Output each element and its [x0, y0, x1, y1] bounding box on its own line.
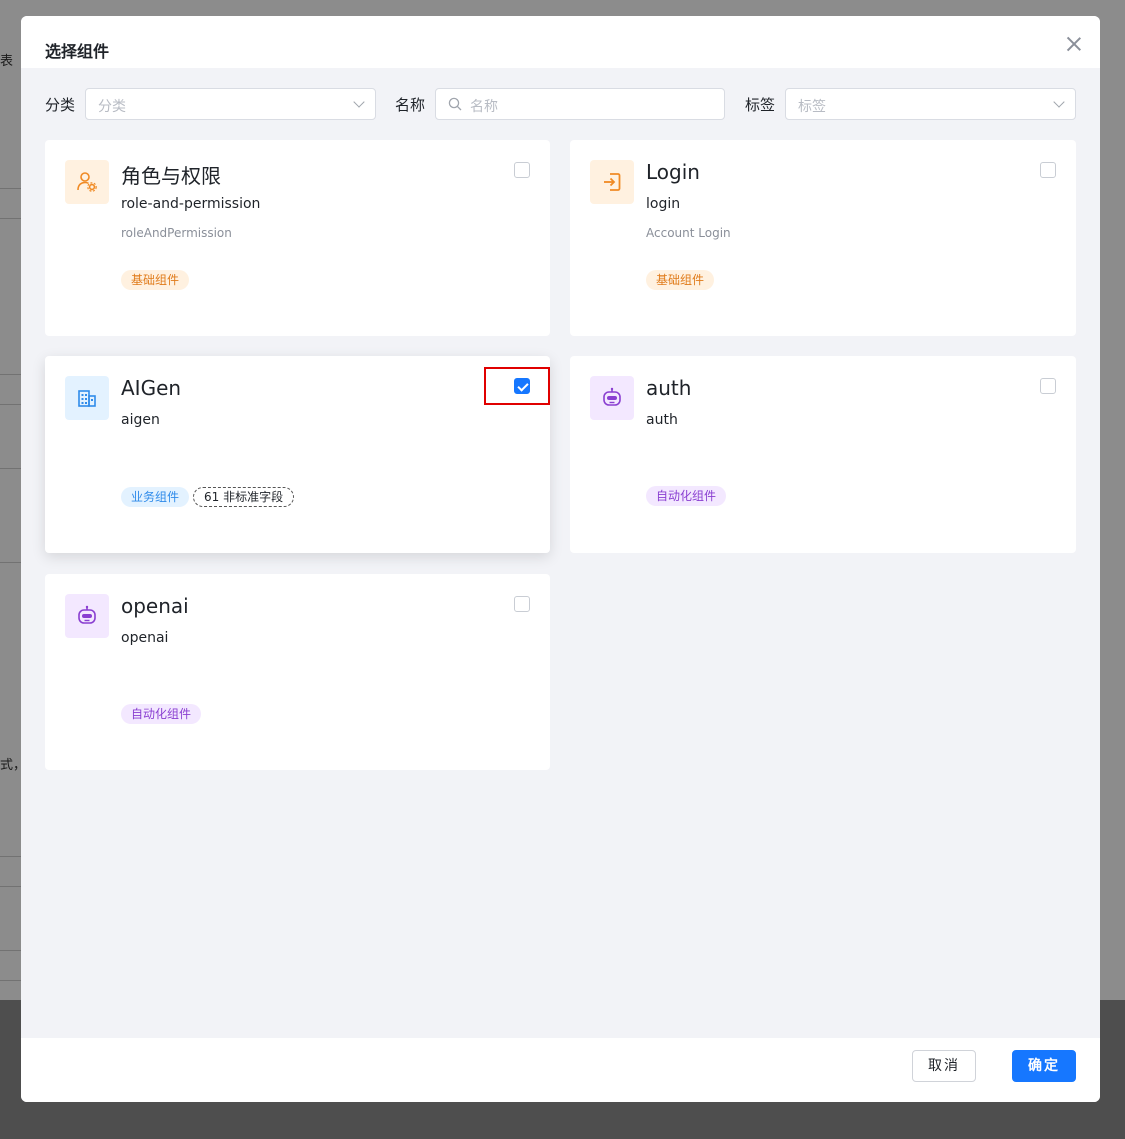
building-icon	[65, 376, 109, 420]
card-description: Account Login	[646, 226, 731, 240]
robot-icon	[65, 594, 109, 638]
card-key: auth	[646, 412, 678, 428]
card-title: 角色与权限	[121, 164, 221, 188]
filter-bar: 分类 分类 名称 名称 标签 标签	[45, 88, 1076, 120]
component-card-role-and-permission[interactable]: 角色与权限 role-and-permission roleAndPermiss…	[45, 140, 550, 336]
dialog-header: 选择组件	[21, 16, 1100, 68]
name-placeholder: 名称	[470, 99, 498, 115]
select-checkbox[interactable]	[1040, 162, 1056, 178]
close-icon[interactable]	[1066, 36, 1082, 52]
name-label: 名称	[395, 96, 426, 114]
tag-placeholder: 标签	[798, 99, 826, 115]
category-tag: 基础组件	[121, 270, 190, 290]
card-description: roleAndPermission	[121, 226, 232, 240]
user-gear-icon	[65, 160, 109, 204]
category-select[interactable]: 分类	[85, 88, 376, 120]
tag-select[interactable]: 标签	[785, 88, 1076, 120]
login-icon	[590, 160, 634, 204]
select-checkbox[interactable]	[514, 162, 530, 178]
select-component-dialog: 选择组件 分类 分类 名称 名称 标签 标签 角色与权限 role-and-pe…	[21, 16, 1100, 1102]
category-tag: 自动化组件	[646, 486, 727, 506]
category-placeholder: 分类	[98, 99, 126, 115]
component-card-login[interactable]: Login login Account Login 基础组件	[570, 140, 1076, 336]
chevron-down-icon	[353, 96, 365, 108]
select-checkbox[interactable]	[514, 596, 530, 612]
dialog-title: 选择组件	[45, 42, 110, 61]
card-title: AIGen	[121, 376, 182, 400]
category-tag: 自动化组件	[121, 704, 202, 724]
category-tag: 业务组件	[121, 487, 190, 507]
dialog-footer: 取消 确定	[21, 1038, 1100, 1102]
tag-label: 标签	[745, 96, 776, 114]
robot-icon	[590, 376, 634, 420]
card-title: auth	[646, 376, 692, 400]
category-label: 分类	[45, 96, 76, 114]
field-count-tag: 61 非标准字段	[193, 487, 295, 507]
select-checkbox[interactable]	[1040, 378, 1056, 394]
component-card-openai[interactable]: openai openai 自动化组件	[45, 574, 550, 770]
component-card-aigen[interactable]: AIGen aigen 业务组件 61 非标准字段	[45, 356, 550, 553]
search-icon	[448, 97, 462, 111]
cancel-button[interactable]: 取消	[912, 1050, 976, 1082]
highlight-box	[484, 367, 550, 405]
card-key: openai	[121, 630, 169, 646]
confirm-button[interactable]: 确定	[1012, 1050, 1076, 1082]
name-search-input[interactable]: 名称	[435, 88, 725, 120]
component-card-auth[interactable]: auth auth 自动化组件	[570, 356, 1076, 553]
card-title: openai	[121, 594, 189, 618]
card-key: role-and-permission	[121, 196, 261, 212]
chevron-down-icon	[1053, 96, 1065, 108]
card-title: Login	[646, 160, 700, 184]
category-tag: 基础组件	[646, 270, 715, 290]
card-key: aigen	[121, 412, 160, 428]
card-key: login	[646, 196, 681, 212]
